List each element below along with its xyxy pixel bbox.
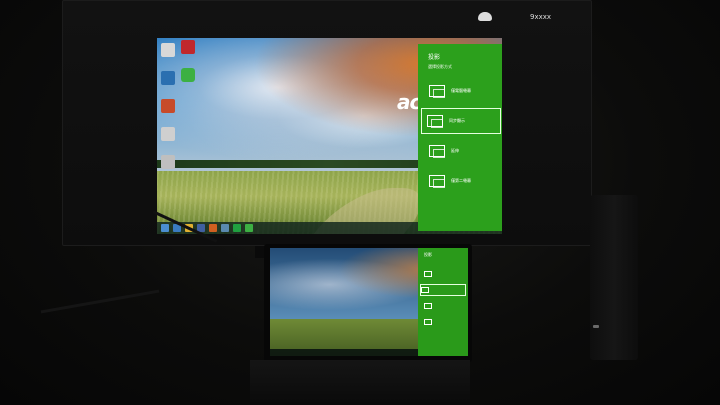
desktop-app-icon[interactable] [161,99,175,113]
tablet-option-extend[interactable] [424,300,466,312]
desktop-file-icon[interactable] [161,155,175,169]
tablet-taskbar [270,349,418,356]
line-app-icon[interactable] [181,68,195,82]
project-option-pc-only[interactable]: 僅電腦螢幕 [424,78,500,104]
cloud-icon [478,12,492,21]
antivirus-icon[interactable] [181,40,195,54]
second-screen-only-icon [424,319,432,325]
recycle-bin-icon[interactable] [161,43,175,57]
charm-title: 投影 [428,54,441,61]
duplicate-icon [427,115,443,128]
tablet-option-duplicate[interactable] [420,284,466,296]
desktop-file-icon[interactable] [161,127,175,141]
extend-icon [429,145,445,158]
desktop-icons [159,40,189,183]
app-icon[interactable] [221,224,229,232]
tablet-project-charm: 投影 [418,248,468,356]
tablet-charm-title: 投影 [424,252,432,257]
app-icon[interactable] [209,224,217,232]
tablet-option-second-only[interactable] [424,316,466,328]
line-taskbar-icon[interactable] [245,224,253,232]
tablet-screen: 投影 [270,248,468,356]
pc-screen-only-icon [424,271,432,277]
extend-icon [424,303,432,309]
desktop-screen: acer 投影 選擇投影方式 僅電腦螢幕 [157,38,502,234]
app-icon[interactable] [233,224,241,232]
photo-scene: 9xxxx acer 投影 選擇投影方式 [0,0,720,405]
tablet-option-pc-only[interactable] [424,268,466,280]
project-option-extend[interactable]: 延伸 [424,138,500,164]
desktop-app-icon[interactable] [161,71,175,85]
power-led [593,325,599,328]
charm-subtitle: 選擇投影方式 [428,64,452,69]
cable [40,289,160,314]
tablet-dock [250,360,470,405]
project-option-duplicate[interactable]: 同步顯示 [421,108,501,134]
project-option-second-only[interactable]: 僅第二螢幕 [424,168,500,194]
speaker [590,195,638,360]
second-screen-only-icon [429,175,445,188]
monitor-top-bar: 9xxxx [460,10,570,26]
pc-screen-only-icon [429,85,445,98]
duplicate-icon [421,287,429,293]
project-charm-panel: 投影 選擇投影方式 僅電腦螢幕 同步顯示 延伸 僅第二螢幕 [418,44,502,231]
start-button-icon[interactable] [161,224,169,232]
monitor-label: 9xxxx [530,13,552,21]
